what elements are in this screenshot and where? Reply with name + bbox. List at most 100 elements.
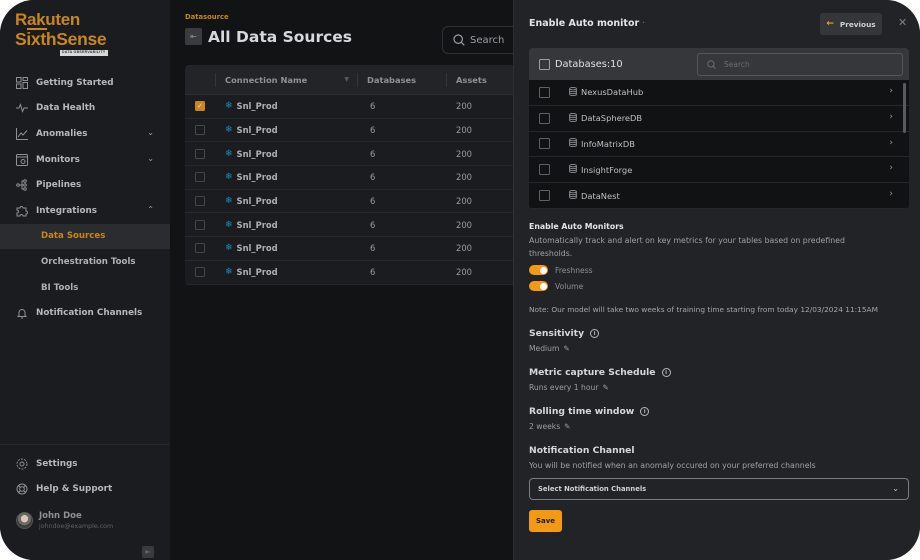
- table-row[interactable]: ❄ Snl_Prod 6 200: [185, 142, 525, 167]
- connection-name-cell[interactable]: ❄ Snl_Prod: [215, 119, 357, 142]
- sidebar-item-notification-channels[interactable]: Notification Channels: [0, 300, 170, 326]
- database-checkbox[interactable]: [539, 86, 550, 98]
- volume-toggle[interactable]: [529, 281, 548, 291]
- row-checkbox[interactable]: [195, 267, 205, 278]
- pencil-icon[interactable]: ✎: [564, 422, 570, 431]
- notification-channel-select[interactable]: Select Notification Channels ⌄: [529, 478, 909, 500]
- connection-name-cell[interactable]: ❄ Snl_Prod: [215, 261, 357, 284]
- breadcrumb[interactable]: Datasource: [185, 13, 229, 21]
- database-list-item[interactable]: DataNest ›: [529, 183, 909, 209]
- database-list-item[interactable]: NexusDataHub ›: [529, 80, 909, 106]
- database-name: InfoMatrixDB: [581, 138, 635, 149]
- connection-name-cell[interactable]: ❄ Snl_Prod: [215, 213, 357, 236]
- drawer-title-text: Enable Auto monitor: [529, 18, 640, 29]
- database-checkbox[interactable]: [539, 190, 550, 202]
- table-row[interactable]: ❄ Snl_Prod 6 200: [185, 119, 525, 143]
- sidebar-item-label: Settings: [36, 458, 78, 469]
- sidebar-item-integrations[interactable]: Integrations ⌃: [0, 198, 170, 224]
- table-row[interactable]: ❄ Snl_Prod 6 200: [185, 190, 525, 214]
- database-list-item[interactable]: InfoMatrixDB ›: [529, 132, 909, 158]
- close-icon[interactable]: ✕: [898, 16, 907, 29]
- databases-cell: 6: [370, 219, 376, 230]
- sidebar-item-pipelines[interactable]: Pipelines: [0, 172, 170, 198]
- connection-name-cell[interactable]: ❄ Snl_Prod: [215, 166, 357, 189]
- database-checkbox[interactable]: [539, 164, 550, 176]
- sensitivity-value: Medium ✎: [529, 344, 570, 353]
- chevron-up-icon[interactable]: ⌃: [147, 205, 154, 214]
- chevron-down-icon[interactable]: ⌄: [147, 154, 154, 163]
- save-button[interactable]: Save: [529, 510, 562, 532]
- sidebar-item-data-sources[interactable]: Data Sources: [0, 223, 170, 250]
- chevron-down-icon[interactable]: ⌄: [147, 128, 154, 137]
- connection-name-cell[interactable]: ❄ Snl_Prod: [215, 190, 357, 213]
- column-header-databases[interactable]: Databases: [357, 65, 446, 94]
- database-search-input[interactable]: Search: [697, 53, 903, 76]
- chevron-right-icon[interactable]: ›: [889, 163, 893, 173]
- sidebar-item-label: Anomalies: [36, 128, 88, 139]
- connection-name-cell[interactable]: ❄ Snl_Prod: [215, 142, 357, 165]
- sidebar-item-getting-started[interactable]: Getting Started: [0, 70, 170, 96]
- chevron-right-icon[interactable]: ›: [889, 189, 893, 199]
- chevron-right-icon[interactable]: ›: [889, 86, 893, 96]
- column-header-connection-name[interactable]: Connection Name ▼: [215, 65, 357, 94]
- field-value-text: Medium: [529, 344, 560, 353]
- sidebar-item-label: Pipelines: [36, 180, 82, 191]
- pencil-icon[interactable]: ✎: [563, 344, 569, 353]
- toggle-row-volume: Volume: [529, 281, 583, 291]
- collapse-sidebar-button[interactable]: ⇤: [142, 546, 154, 558]
- notification-channel-title: Notification Channel: [529, 445, 635, 456]
- page-title: All Data Sources: [208, 28, 353, 46]
- toggle-label: Freshness: [555, 265, 593, 275]
- row-checkbox[interactable]: [195, 219, 205, 230]
- row-checkbox[interactable]: [195, 172, 205, 183]
- pulse-icon: [16, 102, 28, 114]
- table-row[interactable]: ❄ Snl_Prod 6 200: [185, 237, 525, 261]
- previous-button[interactable]: ← Previous: [820, 13, 882, 35]
- sidebar-item-settings[interactable]: Settings: [0, 451, 170, 477]
- row-checkbox[interactable]: [195, 125, 205, 136]
- row-checkbox[interactable]: ✓: [195, 101, 205, 112]
- database-list-item[interactable]: DataSphereDB ›: [529, 106, 909, 132]
- filter-icon[interactable]: ▼: [344, 76, 349, 83]
- app-window: Rakuten SixthSense DATA OBSERVABILITY Ge…: [0, 0, 920, 560]
- brand-tagline: DATA OBSERVABILITY: [60, 50, 108, 56]
- info-icon[interactable]: i: [640, 407, 650, 416]
- sidebar-item-monitors[interactable]: Monitors ⌄: [0, 147, 170, 173]
- brand-logo[interactable]: Rakuten SixthSense DATA OBSERVABILITY: [15, 11, 108, 56]
- pencil-icon[interactable]: ✎: [602, 383, 608, 392]
- chevron-right-icon[interactable]: ›: [889, 138, 893, 148]
- database-list-item[interactable]: InsightForge ›: [529, 157, 909, 184]
- avatar[interactable]: [16, 512, 33, 529]
- info-icon[interactable]: i: [590, 329, 600, 338]
- chevron-right-icon[interactable]: ›: [889, 112, 893, 122]
- row-checkbox[interactable]: [195, 196, 205, 207]
- sidebar-item-data-health[interactable]: Data Health: [0, 96, 170, 122]
- user-profile[interactable]: John Doe johndoe@example.com: [16, 511, 113, 530]
- connection-name-cell[interactable]: ❄ Snl_Prod: [215, 237, 357, 260]
- connection-name-cell[interactable]: ❄ Snl_Prod: [215, 95, 357, 118]
- scrollbar[interactable]: [903, 83, 906, 133]
- sidebar-item-label: Data Health: [36, 103, 96, 114]
- row-checkbox[interactable]: [195, 148, 205, 159]
- row-checkbox[interactable]: [195, 243, 205, 254]
- main-content: Datasource ⇤ All Data Sources Search Con…: [170, 0, 532, 560]
- brand-line2: SixthSense: [15, 29, 107, 49]
- sidebar-item-anomalies[interactable]: Anomalies ⌄: [0, 121, 170, 147]
- rolling-window-value: 2 weeks ✎: [529, 422, 570, 431]
- select-all-checkbox[interactable]: [539, 58, 550, 70]
- table-row[interactable]: ❄ Snl_Prod 6 200: [185, 166, 525, 190]
- database-checkbox[interactable]: [539, 112, 550, 124]
- sidebar-item-bi-tools[interactable]: BI Tools: [0, 275, 170, 301]
- back-button[interactable]: ⇤: [185, 28, 202, 45]
- freshness-toggle[interactable]: [529, 265, 548, 275]
- table-row[interactable]: ❄ Snl_Prod 6 200: [185, 261, 525, 285]
- table-row[interactable]: ❄ Snl_Prod 6 200: [185, 213, 525, 238]
- table-row[interactable]: ✓ ❄ Snl_Prod 6 200: [185, 95, 525, 119]
- sidebar-item-help-support[interactable]: Help & Support: [0, 477, 170, 503]
- database-checkbox[interactable]: [539, 138, 550, 150]
- connection-name: Snl_Prod: [236, 125, 278, 136]
- info-icon[interactable]: i: [661, 368, 671, 377]
- database-list: NexusDataHub › DataSphereDB › InfoMatrix…: [529, 80, 909, 209]
- databases-cell: 6: [370, 101, 376, 112]
- sidebar-item-orchestration-tools[interactable]: Orchestration Tools: [0, 249, 170, 275]
